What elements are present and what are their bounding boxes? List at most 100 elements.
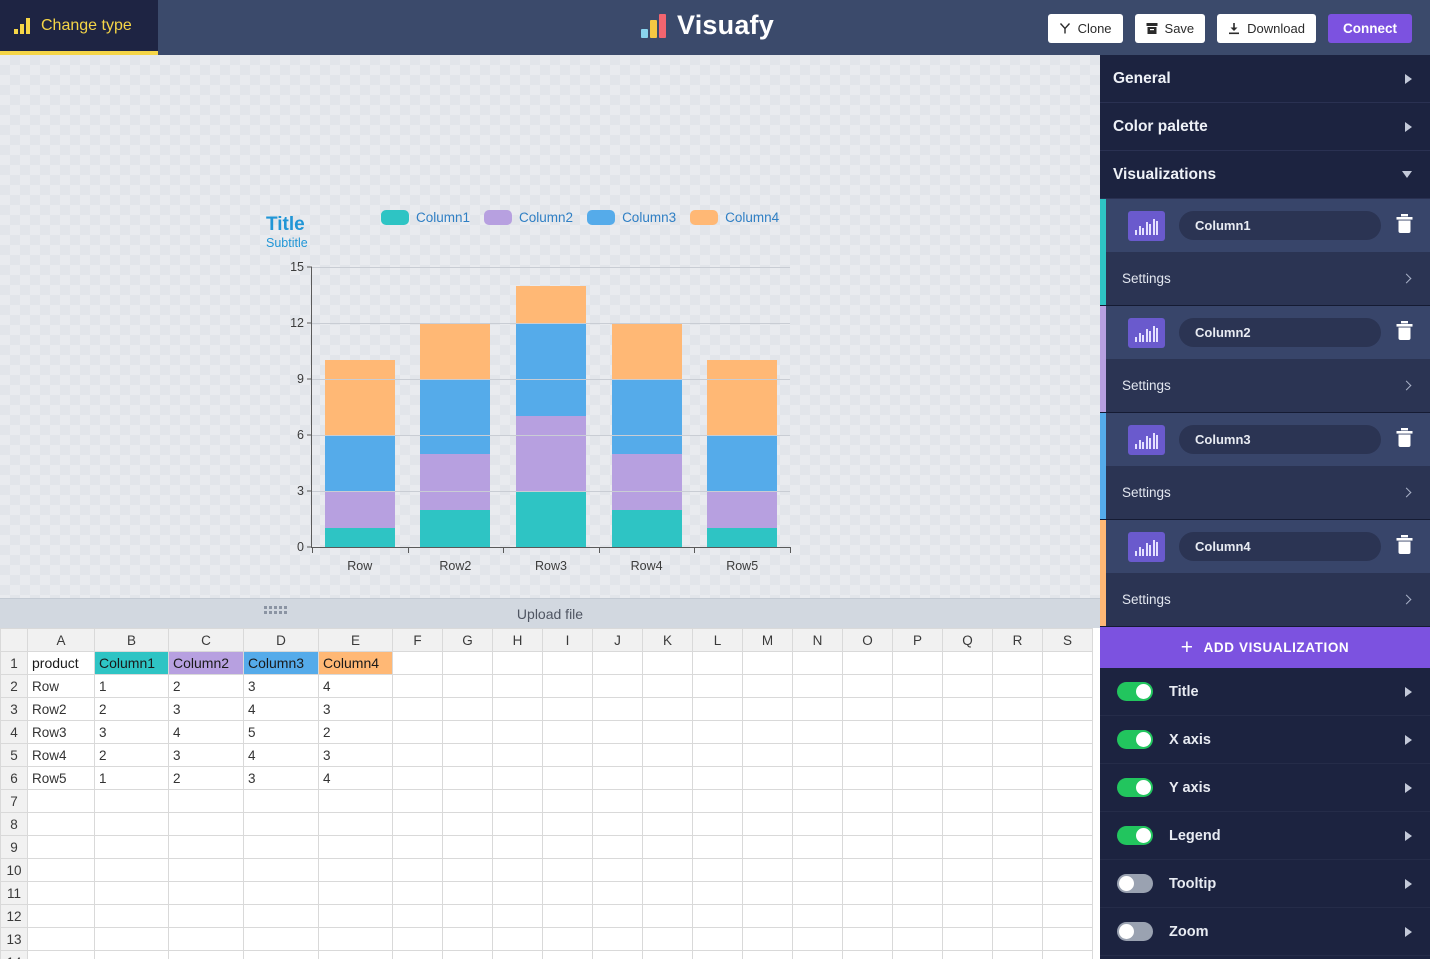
trash-icon[interactable] [1395,534,1414,560]
bar-segment[interactable] [420,323,491,380]
sheet-cell[interactable] [492,789,543,813]
sheet-cell[interactable] [842,720,893,744]
bar-segment[interactable] [515,285,586,324]
sheet-cell[interactable] [542,743,593,767]
visualization-settings-row[interactable]: Settings [1100,359,1430,412]
sheet-cell[interactable] [792,674,843,698]
sheet-cell[interactable] [94,950,169,959]
sheet-row-header[interactable]: 12 [0,904,28,928]
sheet-cell[interactable] [492,812,543,836]
sheet-cell[interactable] [992,697,1043,721]
upload-bar[interactable]: Upload file [0,598,1100,628]
sheet-cell[interactable] [942,651,993,675]
table-row[interactable]: 14 [0,950,1093,959]
sheet-cell[interactable] [94,812,169,836]
bar-segment[interactable] [324,360,395,436]
sheet-row-header[interactable]: 13 [0,927,28,951]
sheet-cell[interactable] [542,651,593,675]
trash-icon[interactable] [1395,427,1414,453]
chevron-right-icon[interactable] [1401,594,1412,605]
sheet-cell[interactable] [792,766,843,790]
sheet-cell[interactable] [1042,743,1093,767]
sheet-cell[interactable] [1042,766,1093,790]
sheet-cell[interactable] [94,789,169,813]
sheet-cell[interactable] [692,674,743,698]
sheet-cell[interactable]: 3 [168,697,244,721]
sheet-cell[interactable] [942,720,993,744]
sheet-cell[interactable] [492,674,543,698]
sheet-cell[interactable] [842,651,893,675]
sheet-cell[interactable] [692,743,743,767]
sheet-cell[interactable] [542,720,593,744]
sheet-col-header-o[interactable]: O [842,628,893,652]
table-row[interactable]: 9 [0,835,1093,859]
spreadsheet-table[interactable]: A B C D E F G H I J K L M N O P Q R S 1 product Column1 Column… [0,628,1093,959]
sheet-cell[interactable] [892,743,943,767]
sheet-cell[interactable] [992,835,1043,859]
sheet-cell[interactable] [992,927,1043,951]
sheet-cell[interactable] [1042,835,1093,859]
sheet-cell[interactable] [1042,950,1093,959]
sheet-cell[interactable] [318,858,393,882]
sheet-col-header-e[interactable]: E [318,628,393,652]
sheet-cell[interactable] [1042,651,1093,675]
sheet-cell[interactable]: 3 [243,674,319,698]
sheet-cell[interactable] [1042,904,1093,928]
sheet-col-header-m[interactable]: M [742,628,793,652]
sheet-cell[interactable] [442,950,493,959]
sheet-cell[interactable] [742,927,793,951]
sheet-cell[interactable] [992,766,1043,790]
sheet-cell[interactable] [642,835,693,859]
sheet-cell[interactable] [892,927,943,951]
toggle-row-x-axis[interactable]: X axis [1100,716,1430,764]
sheet-cell[interactable] [892,766,943,790]
sheet-cell[interactable] [542,766,593,790]
bar-segment[interactable] [324,528,395,547]
sheet-cell[interactable] [442,927,493,951]
sheet-cell[interactable]: Column4 [318,651,393,675]
sheet-row-header[interactable]: 7 [0,789,28,813]
table-row[interactable]: 11 [0,881,1093,905]
sheet-col-header-f[interactable]: F [392,628,443,652]
sheet-cell[interactable] [94,881,169,905]
sheet-cell[interactable] [442,697,493,721]
sheet-corner[interactable] [0,628,28,652]
table-row[interactable]: 13 [0,927,1093,951]
sheet-cell[interactable] [692,927,743,951]
sheet-cell[interactable]: 3 [94,720,169,744]
sheet-cell[interactable] [692,697,743,721]
sheet-cell[interactable] [842,950,893,959]
trash-icon[interactable] [1395,213,1414,239]
sheet-cell[interactable] [442,789,493,813]
sheet-cell[interactable] [243,904,319,928]
sheet-cell[interactable] [27,904,95,928]
sheet-cell[interactable]: Column3 [243,651,319,675]
sheet-cell[interactable] [442,858,493,882]
sheet-cell[interactable]: 2 [94,743,169,767]
bar-segment[interactable] [515,416,586,491]
sheet-cell[interactable] [642,789,693,813]
sheet-cell[interactable] [892,858,943,882]
table-row[interactable]: 10 [0,858,1093,882]
visualization-settings-row[interactable]: Settings [1100,573,1430,626]
sheet-cell[interactable] [168,950,244,959]
change-type-button[interactable]: Change type [0,0,158,55]
bar-segment[interactable] [707,435,778,492]
sheet-cell[interactable] [492,720,543,744]
toggle-switch[interactable] [1117,730,1153,749]
sheet-col-header-p[interactable]: P [892,628,943,652]
sheet-cell[interactable] [243,789,319,813]
sheet-cell[interactable] [492,743,543,767]
sheet-col-header-h[interactable]: H [492,628,543,652]
sheet-col-header-a[interactable]: A [27,628,95,652]
sheet-cell[interactable] [392,789,443,813]
sheet-cell[interactable] [1042,789,1093,813]
bar-segment[interactable] [707,528,778,547]
sheet-cell[interactable] [94,904,169,928]
sheet-cell[interactable] [592,697,643,721]
bar-segment[interactable] [611,509,682,547]
sheet-cell[interactable] [742,697,793,721]
sheet-cell[interactable] [27,789,95,813]
sheet-cell[interactable] [168,881,244,905]
sheet-cell[interactable] [792,904,843,928]
